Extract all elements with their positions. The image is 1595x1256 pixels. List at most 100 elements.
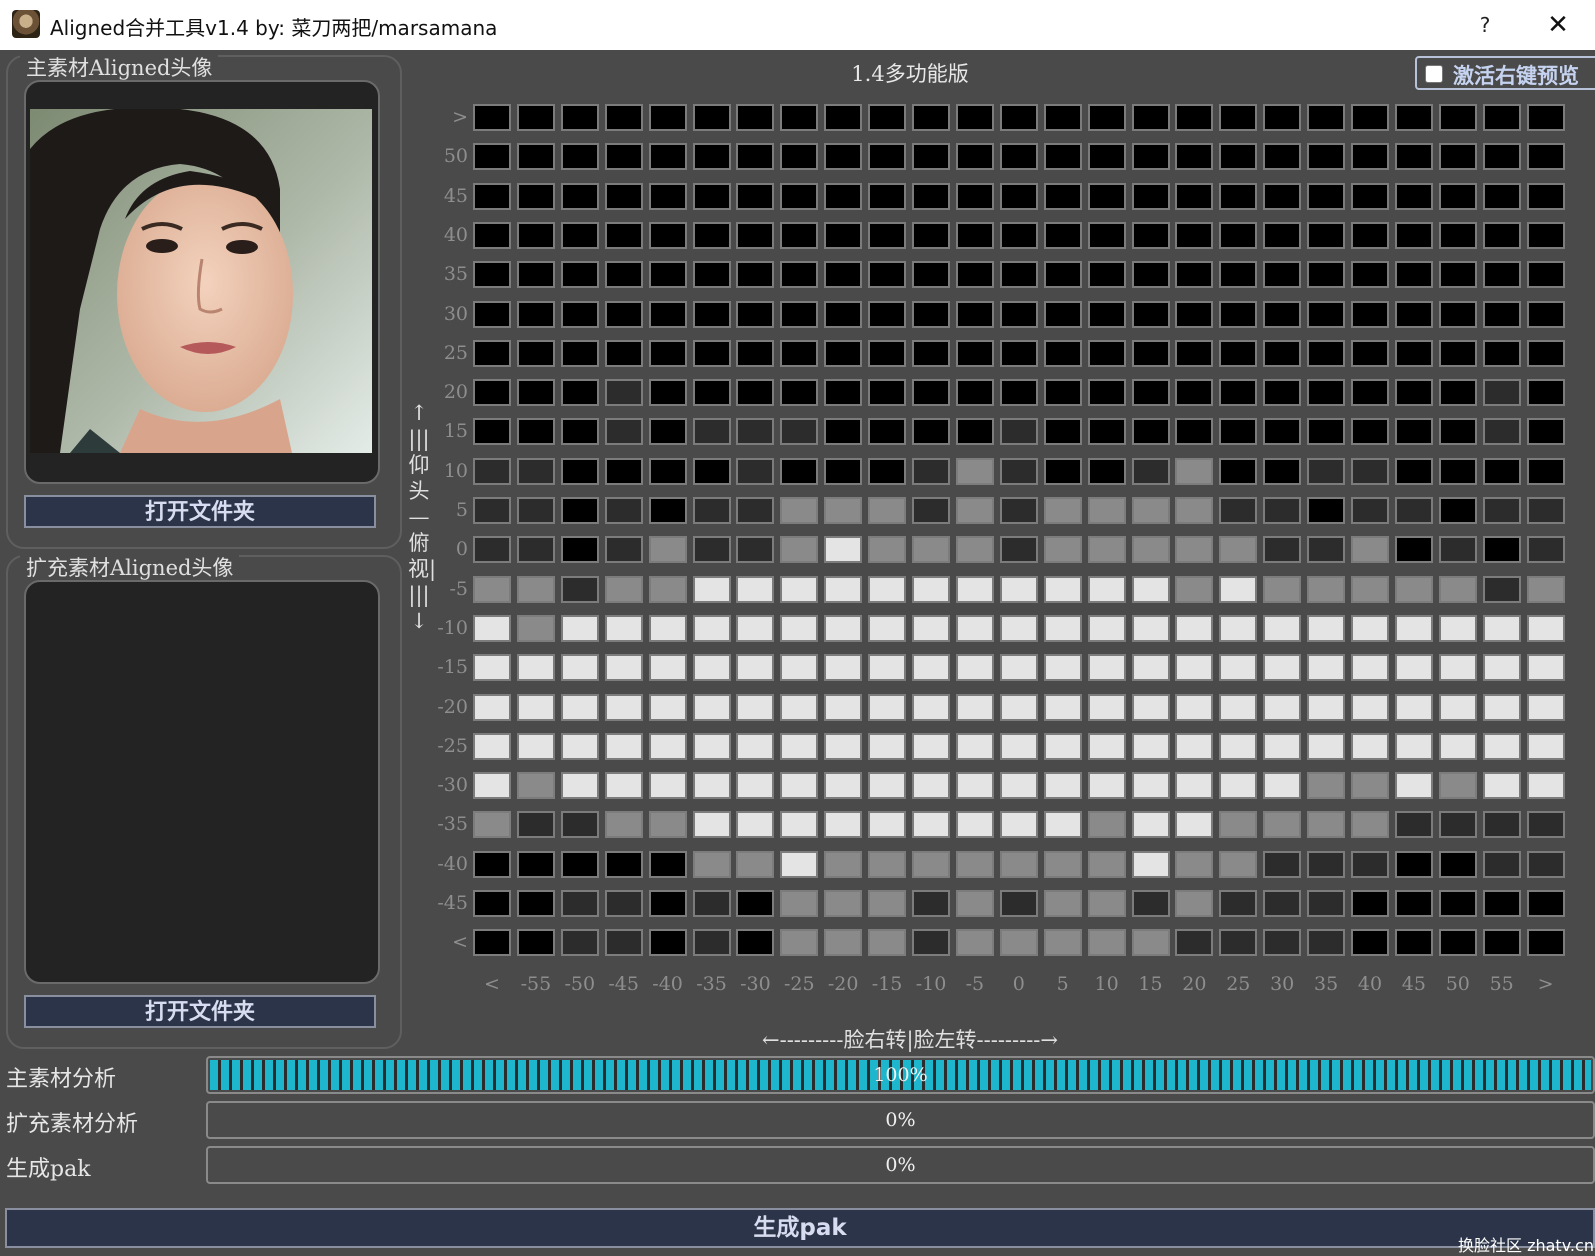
grid-cell[interactable] (1438, 654, 1477, 682)
grid-cell[interactable] (1043, 300, 1082, 328)
grid-cell[interactable] (1087, 811, 1126, 839)
grid-cell[interactable] (1394, 772, 1433, 800)
grid-cell[interactable] (1175, 575, 1214, 603)
grid-cell[interactable] (912, 379, 950, 407)
grid-cell[interactable] (473, 575, 511, 603)
grid-cell[interactable] (1087, 300, 1126, 328)
grid-cell[interactable] (1219, 732, 1258, 760)
grid-cell[interactable] (1307, 732, 1346, 760)
grid-cell[interactable] (1087, 614, 1126, 642)
grid-cell[interactable] (1263, 614, 1302, 642)
grid-cell[interactable] (1043, 811, 1082, 839)
grid-cell[interactable] (1043, 575, 1082, 603)
grid-cell[interactable] (1219, 182, 1258, 210)
grid-cell[interactable] (604, 143, 643, 171)
grid-cell[interactable] (868, 261, 907, 289)
grid-cell[interactable] (824, 850, 863, 878)
grid-cell[interactable] (736, 929, 775, 957)
checkbox-box[interactable] (1425, 65, 1443, 83)
grid-cell[interactable] (1219, 575, 1258, 603)
grid-cell[interactable] (1482, 300, 1521, 328)
grid-cell[interactable] (516, 104, 555, 131)
grid-cell[interactable] (1043, 104, 1082, 131)
grid-cell[interactable] (999, 497, 1038, 524)
grid-cell[interactable] (1263, 104, 1302, 131)
grid-cell[interactable] (516, 850, 555, 878)
grid-cell[interactable] (824, 182, 863, 210)
grid-cell[interactable] (912, 261, 950, 289)
grid-cell[interactable] (473, 221, 511, 249)
grid-cell[interactable] (648, 182, 687, 210)
grid-cell[interactable] (1219, 536, 1258, 564)
grid-cell[interactable] (473, 654, 511, 682)
grid-cell[interactable] (1351, 732, 1389, 760)
grid-cell[interactable] (1175, 221, 1214, 249)
grid-cell[interactable] (1307, 772, 1346, 800)
grid-cell[interactable] (1175, 261, 1214, 289)
grid-cell[interactable] (648, 143, 687, 171)
grid-cell[interactable] (824, 614, 863, 642)
grid-cell[interactable] (736, 732, 775, 760)
grid-cell[interactable] (824, 221, 863, 249)
grid-cell[interactable] (868, 654, 907, 682)
grid-cell[interactable] (1482, 654, 1521, 682)
grid-cell[interactable] (955, 339, 994, 367)
grid-cell[interactable] (648, 457, 687, 485)
grid-cell[interactable] (516, 418, 555, 446)
grid-cell[interactable] (1526, 457, 1565, 485)
grid-cell[interactable] (955, 850, 994, 878)
grid-cell[interactable] (1087, 929, 1126, 957)
grid-cell[interactable] (736, 890, 775, 917)
grid-cell[interactable] (1175, 418, 1214, 446)
grid-cell[interactable] (648, 300, 687, 328)
grid-cell[interactable] (1263, 693, 1302, 721)
grid-cell[interactable] (912, 497, 950, 524)
grid-cell[interactable] (1307, 379, 1346, 407)
grid-cell[interactable] (1526, 536, 1565, 564)
grid-cell[interactable] (1438, 143, 1477, 171)
grid-cell[interactable] (1307, 575, 1346, 603)
grid-cell[interactable] (473, 890, 511, 917)
grid-cell[interactable] (824, 300, 863, 328)
grid-cell[interactable] (473, 418, 511, 446)
grid-cell[interactable] (1307, 811, 1346, 839)
grid-cell[interactable] (1394, 614, 1433, 642)
grid-cell[interactable] (1219, 261, 1258, 289)
grid-cell[interactable] (692, 575, 731, 603)
grid-cell[interactable] (1219, 339, 1258, 367)
grid-cell[interactable] (1219, 300, 1258, 328)
grid-cell[interactable] (999, 929, 1038, 957)
grid-cell[interactable] (692, 614, 731, 642)
grid-cell[interactable] (516, 732, 555, 760)
grid-cell[interactable] (868, 732, 907, 760)
grid-cell[interactable] (1307, 143, 1346, 171)
generate-pak-button[interactable]: 生成pak (5, 1208, 1595, 1248)
grid-cell[interactable] (736, 143, 775, 171)
grid-cell[interactable] (560, 457, 599, 485)
grid-cell[interactable] (1263, 418, 1302, 446)
grid-cell[interactable] (1131, 536, 1170, 564)
grid-cell[interactable] (999, 811, 1038, 839)
grid-cell[interactable] (560, 104, 599, 131)
grid-cell[interactable] (780, 890, 819, 917)
grid-cell[interactable] (560, 339, 599, 367)
grid-cell[interactable] (1526, 614, 1565, 642)
grid-cell[interactable] (1043, 339, 1082, 367)
grid-cell[interactable] (1087, 379, 1126, 407)
grid-cell[interactable] (1131, 614, 1170, 642)
grid-cell[interactable] (912, 732, 950, 760)
right-click-preview-checkbox[interactable]: 激活右键预览 (1415, 56, 1595, 90)
grid-cell[interactable] (1087, 693, 1126, 721)
grid-cell[interactable] (1351, 772, 1389, 800)
grid-cell[interactable] (1351, 379, 1389, 407)
grid-cell[interactable] (1131, 850, 1170, 878)
grid-cell[interactable] (516, 811, 555, 839)
grid-cell[interactable] (1482, 221, 1521, 249)
grid-cell[interactable] (692, 497, 731, 524)
grid-cell[interactable] (560, 418, 599, 446)
grid-cell[interactable] (516, 772, 555, 800)
grid-cell[interactable] (692, 811, 731, 839)
grid-cell[interactable] (824, 497, 863, 524)
grid-cell[interactable] (1263, 379, 1302, 407)
grid-cell[interactable] (1394, 811, 1433, 839)
